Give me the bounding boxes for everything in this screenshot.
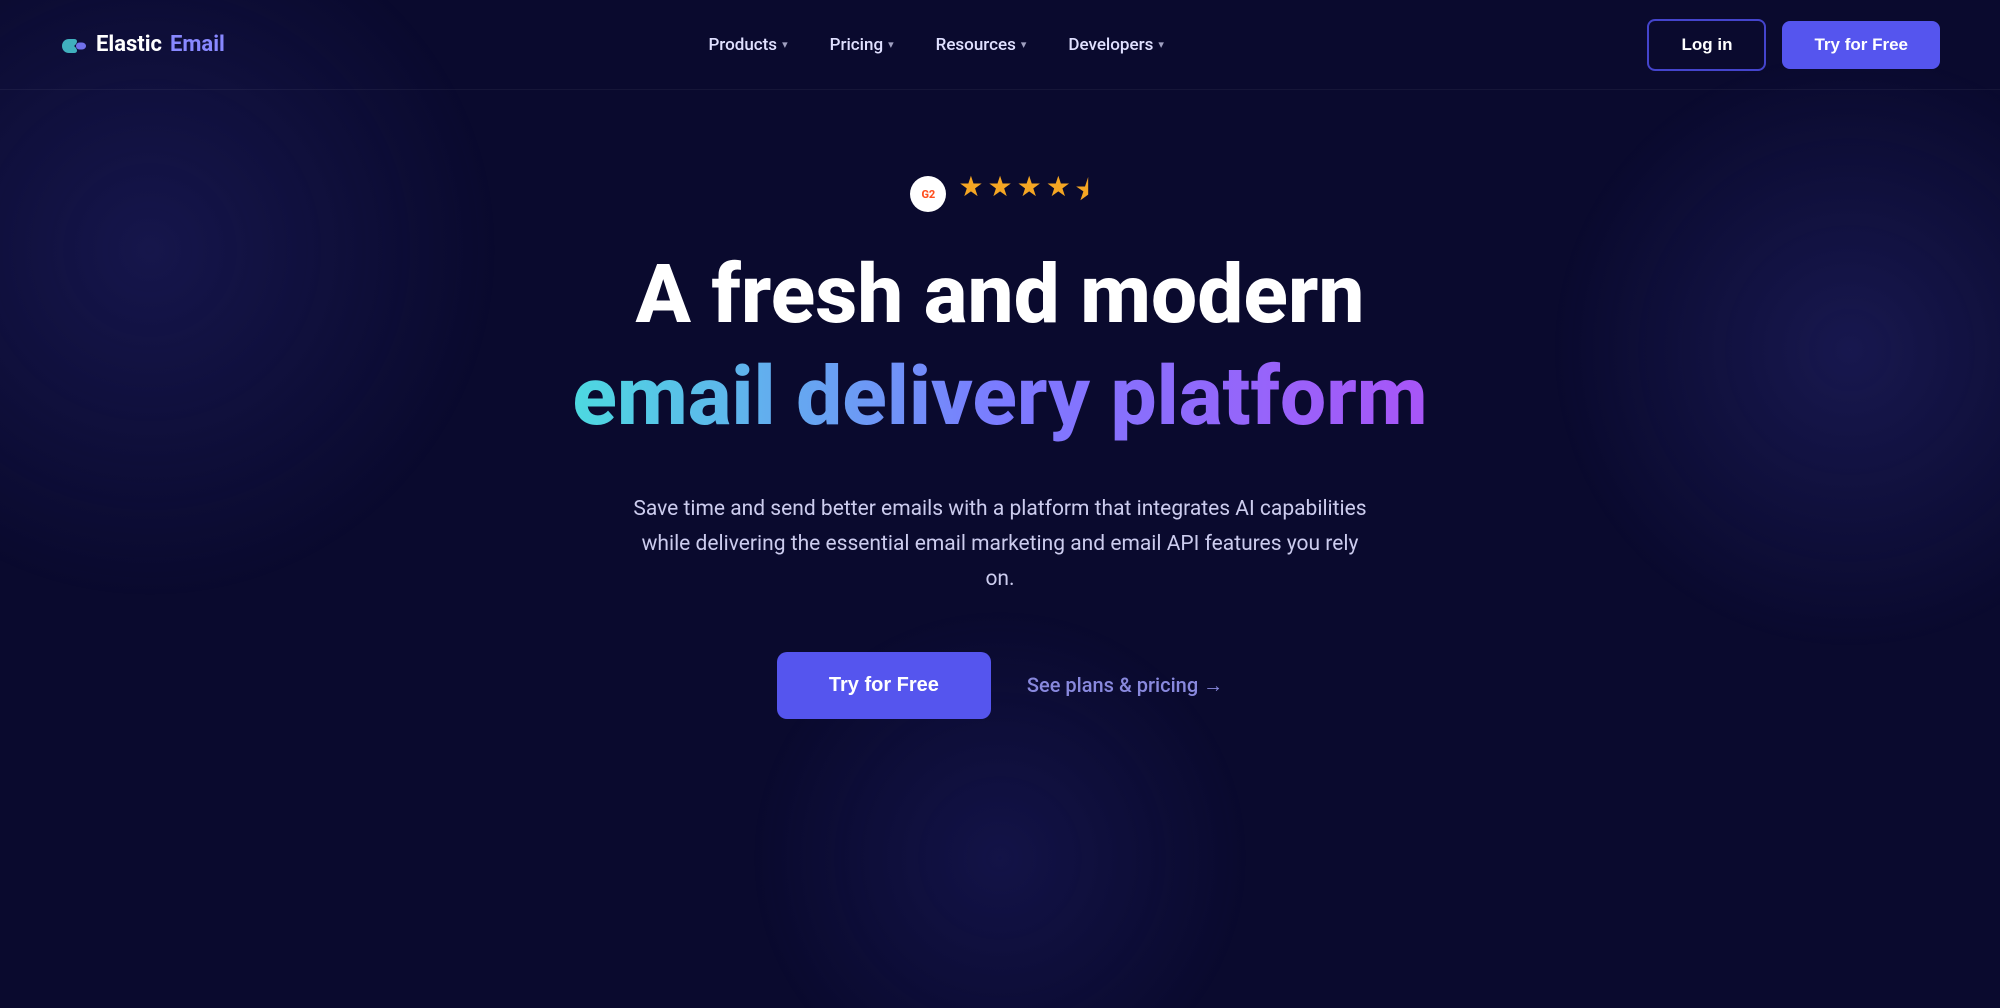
chevron-down-icon: ▾ bbox=[782, 38, 788, 51]
logo-text-email: Email bbox=[170, 32, 225, 57]
chevron-down-icon-3: ▾ bbox=[1021, 38, 1027, 51]
nav-link-products[interactable]: Products ▾ bbox=[692, 27, 803, 63]
nav-link-resources[interactable]: Resources ▾ bbox=[920, 27, 1043, 63]
logo[interactable]: Elastic Email bbox=[60, 32, 225, 57]
g2-label: G2 bbox=[921, 188, 935, 201]
see-plans-label: See plans & pricing → bbox=[1027, 673, 1223, 698]
rating-row: G2 ★ ★ ★ ★ ⯨ bbox=[910, 170, 1089, 218]
login-button[interactable]: Log in bbox=[1647, 19, 1766, 71]
hero-title-line2: email delivery platform bbox=[572, 350, 1427, 444]
nav-link-pricing[interactable]: Pricing ▾ bbox=[814, 27, 910, 63]
nav-developers-label: Developers bbox=[1068, 35, 1153, 55]
logo-icon bbox=[60, 36, 88, 54]
nav-products-label: Products bbox=[708, 35, 777, 55]
star-4: ★ bbox=[1046, 170, 1071, 218]
chevron-down-icon-2: ▾ bbox=[888, 38, 894, 51]
hero-description: Save time and send better emails with a … bbox=[625, 492, 1375, 596]
nav-item-developers[interactable]: Developers ▾ bbox=[1052, 27, 1179, 63]
nav-item-products[interactable]: Products ▾ bbox=[692, 27, 803, 63]
star-2: ★ bbox=[987, 170, 1012, 218]
nav-pricing-label: Pricing bbox=[830, 35, 884, 55]
nav-actions: Log in Try for Free bbox=[1647, 19, 1940, 71]
nav-item-pricing[interactable]: Pricing ▾ bbox=[814, 27, 910, 63]
star-5: ⯨ bbox=[1075, 170, 1090, 218]
star-3: ★ bbox=[1017, 170, 1042, 218]
see-plans-pricing-link[interactable]: See plans & pricing → bbox=[1027, 673, 1223, 698]
hero-section: G2 ★ ★ ★ ★ ⯨ A fresh and modern email de… bbox=[0, 90, 2000, 819]
nav-item-resources[interactable]: Resources ▾ bbox=[920, 27, 1043, 63]
stars-container: ★ ★ ★ ★ ⯨ bbox=[958, 170, 1089, 218]
g2-badge: G2 bbox=[910, 176, 946, 212]
nav-link-developers[interactable]: Developers ▾ bbox=[1052, 27, 1179, 63]
star-1: ★ bbox=[958, 170, 983, 218]
hero-actions: Try for Free See plans & pricing → bbox=[777, 652, 1223, 719]
try-for-free-button-hero[interactable]: Try for Free bbox=[777, 652, 991, 719]
try-for-free-button-nav[interactable]: Try for Free bbox=[1782, 21, 1940, 69]
chevron-down-icon-4: ▾ bbox=[1158, 38, 1164, 51]
nav-resources-label: Resources bbox=[936, 35, 1016, 55]
navbar: Elastic Email Products ▾ Pricing ▾ Resour… bbox=[0, 0, 2000, 90]
nav-links: Products ▾ Pricing ▾ Resources ▾ Develop… bbox=[692, 27, 1179, 63]
logo-text-elastic: Elastic bbox=[96, 32, 162, 57]
hero-title-line1: A fresh and modern bbox=[636, 250, 1365, 340]
